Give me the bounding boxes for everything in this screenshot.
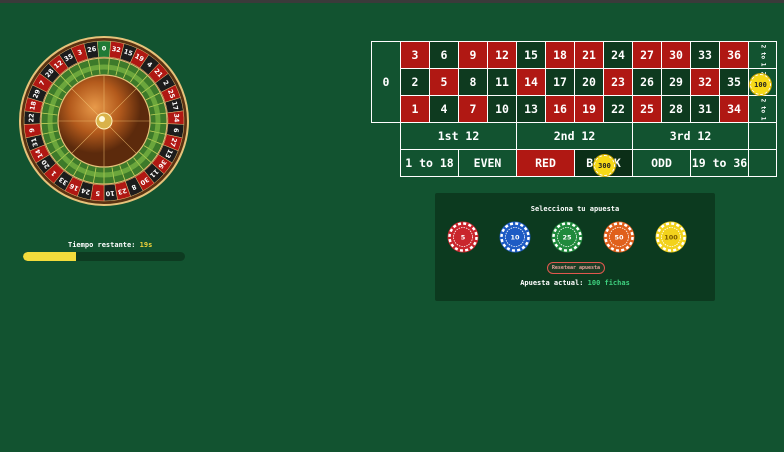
board-empty-cell[interactable] (748, 149, 777, 177)
timer-label-text: Tiempo restante: (68, 241, 136, 249)
svg-text:5: 5 (461, 234, 466, 242)
timer-bar-fill (23, 252, 77, 261)
bet-number-34[interactable]: 34 (719, 95, 749, 123)
bet-dozen-1[interactable]: 1st 12 (400, 122, 517, 150)
bet-number-35[interactable]: 35 (719, 68, 749, 96)
bet-number-26[interactable]: 26 (632, 68, 662, 96)
bet-even[interactable]: EVEN (458, 149, 517, 177)
bet-number-10[interactable]: 10 (487, 95, 517, 123)
bet-number-15[interactable]: 15 (516, 41, 546, 69)
bet-number-22[interactable]: 22 (603, 95, 633, 123)
wheel-number: 0 (102, 45, 107, 53)
wheel-number: 32 (111, 45, 121, 54)
wheel-number: 26 (87, 45, 98, 54)
bet-number-33[interactable]: 33 (690, 41, 720, 69)
placed-chip: 100 (750, 74, 771, 95)
bet-number-4[interactable]: 4 (429, 95, 459, 123)
bet-number-12[interactable]: 12 (487, 41, 517, 69)
bet-number-2[interactable]: 2 (400, 68, 430, 96)
svg-text:10: 10 (510, 234, 520, 242)
bet-number-36[interactable]: 36 (719, 41, 749, 69)
bet-number-29[interactable]: 29 (661, 68, 691, 96)
chip-50[interactable]: 50 (603, 221, 635, 253)
bet-number-21[interactable]: 21 (574, 41, 604, 69)
bet-odd[interactable]: ODD (632, 149, 691, 177)
chip-100[interactable]: 100 (655, 221, 687, 253)
bet-dozen-3[interactable]: 3rd 12 (632, 122, 749, 150)
bet-red[interactable]: RED (516, 149, 575, 177)
bet-number-24[interactable]: 24 (603, 41, 633, 69)
bet-number-8[interactable]: 8 (458, 68, 488, 96)
bet-number-9[interactable]: 9 (458, 41, 488, 69)
bet-number-18[interactable]: 18 (545, 41, 575, 69)
bet-number-23[interactable]: 23 (603, 68, 633, 96)
timer-value: 19s (139, 241, 153, 249)
chip-5[interactable]: 5 (447, 221, 479, 253)
bet-dozen-2[interactable]: 2nd 12 (516, 122, 633, 150)
current-bet-value: 100 fichas (587, 279, 630, 287)
wheel-hub-highlight (99, 116, 105, 122)
bet-number-31[interactable]: 31 (690, 95, 720, 123)
betting-board: 0 3 6 9 12 15 18 21 24 27 30 33 36 2 to 1 2 5 8 11 14 17 20 2… (371, 41, 778, 178)
bet-number-11[interactable]: 11 (487, 68, 517, 96)
bet-number-6[interactable]: 6 (429, 41, 459, 69)
column-bet-label: 2 to 1 (759, 44, 766, 66)
bet-number-30[interactable]: 30 (661, 41, 691, 69)
bet-number-5[interactable]: 5 (429, 68, 459, 96)
wheel-number: 22 (27, 113, 35, 122)
reset-bet-button[interactable]: Resetear apuesta (547, 262, 605, 274)
current-bet-label: Apuesta actual: (520, 279, 584, 287)
bet-number-19[interactable]: 19 (574, 95, 604, 123)
wheel-number: 10 (105, 189, 115, 198)
current-bet: Apuesta actual: 100 fichas (435, 279, 715, 287)
wheel-number: 34 (172, 113, 180, 123)
bet-number-1[interactable]: 1 (400, 95, 430, 123)
column-bet-label: 2 to 1 (759, 98, 766, 120)
bet-panel-title: Selecciona tu apuesta (530, 205, 620, 213)
bet-number-27[interactable]: 27 (632, 41, 662, 69)
roulette-wheel: 0 32 15 19421225173462713361130823105241633… (19, 36, 189, 206)
bet-panel: Selecciona tu apuesta 5 10 25 50 100 Resetea… (435, 193, 715, 301)
timer-bar (23, 252, 185, 261)
chip-25[interactable]: 25 (551, 221, 583, 253)
board-empty-cell[interactable] (748, 122, 777, 150)
bet-number-13[interactable]: 13 (516, 95, 546, 123)
top-bar (0, 0, 784, 3)
bet-19-to-36[interactable]: 19 to 36 (690, 149, 749, 177)
bet-number-14[interactable]: 14 (516, 68, 546, 96)
bet-number-32[interactable]: 32 (690, 68, 720, 96)
bet-number-3[interactable]: 3 (400, 41, 430, 69)
bet-number-16[interactable]: 16 (545, 95, 575, 123)
timer-label: Tiempo restante: 19s (68, 241, 152, 249)
placed-chip: 300 (594, 155, 615, 176)
svg-text:25: 25 (562, 234, 572, 242)
bet-column-3[interactable]: 2 to 1 (748, 41, 777, 69)
svg-text:50: 50 (614, 234, 624, 242)
bet-number-7[interactable]: 7 (458, 95, 488, 123)
bet-number-20[interactable]: 20 (574, 68, 604, 96)
bet-1-to-18[interactable]: 1 to 18 (400, 149, 459, 177)
bet-number-17[interactable]: 17 (545, 68, 575, 96)
svg-text:100: 100 (664, 234, 678, 242)
bet-number-25[interactable]: 25 (632, 95, 662, 123)
bet-number-28[interactable]: 28 (661, 95, 691, 123)
bet-column-1[interactable]: 2 to 1 (748, 95, 777, 123)
chip-10[interactable]: 10 (499, 221, 531, 253)
bet-zero[interactable]: 0 (371, 41, 401, 123)
